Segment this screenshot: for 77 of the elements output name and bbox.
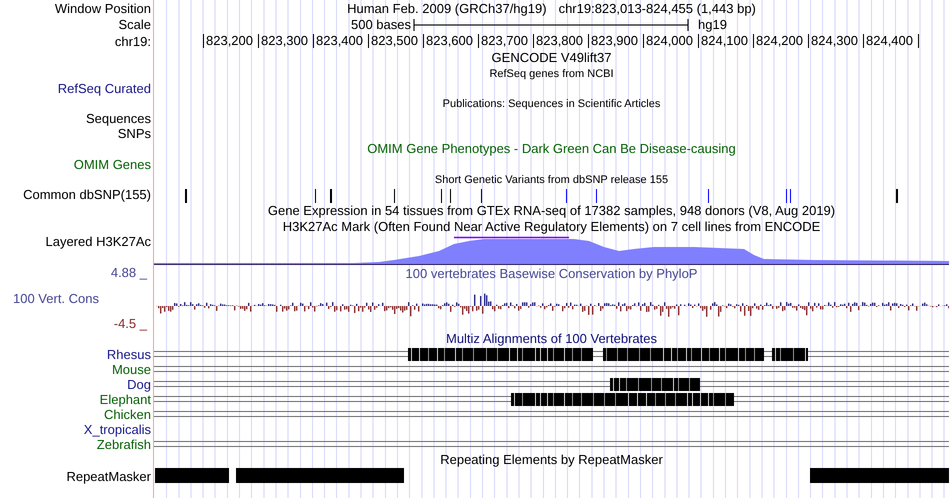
snp-mark[interactable] xyxy=(596,189,597,203)
track-label[interactable]: SNPs xyxy=(118,126,151,140)
ruler-label: 823,800 xyxy=(536,34,583,48)
snp-mark[interactable] xyxy=(441,189,442,203)
ruler-tick xyxy=(533,34,534,48)
ruler-label: 823,700 xyxy=(481,34,528,48)
snp-mark[interactable] xyxy=(790,189,791,203)
snp-mark[interactable] xyxy=(450,189,451,203)
track-label[interactable]: RefSeq Curated xyxy=(58,82,151,96)
snp-mark[interactable] xyxy=(896,189,898,203)
repeat-block[interactable] xyxy=(155,468,229,483)
species-label[interactable]: X_tropicalis xyxy=(84,422,151,436)
repeat-block[interactable] xyxy=(236,468,404,483)
species-label[interactable]: Elephant xyxy=(100,392,151,406)
ruler-label: 823,200 xyxy=(206,34,253,48)
snp-mark[interactable] xyxy=(786,189,787,203)
ruler-tick xyxy=(258,34,259,48)
ruler-label: 824,300 xyxy=(811,34,858,48)
track-title: OMIM Gene Phenotypes - Dark Green Can Be Disease-causing xyxy=(367,142,736,156)
track-title: Multiz Alignments of 100 Vertebrates xyxy=(446,332,657,346)
scale-assembly: hg19 xyxy=(698,18,727,32)
ruler-tick xyxy=(313,34,314,48)
track-label: Scale xyxy=(118,18,151,32)
track-title: Repeating Elements by RepeatMasker xyxy=(440,453,663,467)
ruler-label: 824,200 xyxy=(756,34,803,48)
track-title: GENCODE V49lift37 xyxy=(492,51,612,65)
track-label[interactable]: RepeatMasker xyxy=(66,470,151,484)
species-label[interactable]: Chicken xyxy=(104,408,151,422)
track-label[interactable]: Layered H3K27Ac xyxy=(45,235,151,249)
ruler-tick xyxy=(808,34,809,48)
track-label[interactable]: 100 Vert. Cons xyxy=(13,292,99,306)
track-label: chr19: xyxy=(114,34,151,48)
axis-min-label: -4.5 _ xyxy=(114,317,147,331)
track-label[interactable]: Common dbSNP(155) xyxy=(23,188,151,202)
track-label: Window Position xyxy=(54,2,151,16)
snp-mark[interactable] xyxy=(330,189,332,203)
snp-mark[interactable] xyxy=(566,189,567,203)
axis-max-label: 4.88 _ xyxy=(110,266,147,280)
ruler-tick xyxy=(368,34,369,48)
ruler-tick xyxy=(698,34,699,48)
ruler-label: 823,600 xyxy=(426,34,473,48)
ruler-label: 824,000 xyxy=(646,34,693,48)
track-title: H3K27Ac Mark (Often Found Near Active Regulatory Elements) on 7 cell lines from ENCODE xyxy=(282,220,820,234)
snp-mark[interactable] xyxy=(394,189,395,203)
snp-mark[interactable] xyxy=(481,189,482,203)
track-caption: Publications: Sequences in Scientific Articles xyxy=(442,96,660,110)
position-range: chr19:823,013-824,455 (1,443 bp) xyxy=(558,2,756,16)
assembly-title: Human Feb. 2009 (GRCh37/hg19) xyxy=(347,2,547,16)
ruler-label: 824,400 xyxy=(866,34,913,48)
ruler-tick xyxy=(918,34,919,48)
ruler-tick xyxy=(588,34,589,48)
ruler-tick xyxy=(478,34,479,48)
scale-length: 500 bases xyxy=(351,18,411,32)
ruler-tick xyxy=(863,34,864,48)
track-caption: Short Genetic Variants from dbSNP release 155 xyxy=(434,172,668,186)
ruler-label: 823,900 xyxy=(591,34,638,48)
track-caption: RefSeq genes from NCBI xyxy=(489,66,614,80)
track-title: Gene Expression in 54 tissues from GTEx RNA-seq of 17382 samples, 948 donors (V8, Aug 2019) xyxy=(268,204,836,218)
track-title: 100 vertebrates Basewise Conservation by PhyloP xyxy=(406,267,698,281)
repeat-block[interactable] xyxy=(810,468,949,483)
species-label[interactable]: Zebrafish xyxy=(96,438,151,452)
ruler-label: 823,500 xyxy=(371,34,418,48)
ruler-tick xyxy=(203,34,204,48)
ruler-tick xyxy=(423,34,424,48)
snp-mark[interactable] xyxy=(708,189,709,203)
snp-mark[interactable] xyxy=(185,189,187,203)
species-label[interactable]: Mouse xyxy=(112,362,151,376)
track-label[interactable]: OMIM Genes xyxy=(74,158,151,172)
species-label[interactable]: Dog xyxy=(127,378,151,392)
ruler-tick xyxy=(753,34,754,48)
species-label[interactable]: Rhesus xyxy=(106,348,151,362)
ruler-label: 823,300 xyxy=(261,34,308,48)
track-label[interactable]: Sequences xyxy=(86,112,151,126)
snp-mark[interactable] xyxy=(315,189,316,203)
ruler-tick xyxy=(643,34,644,48)
ruler-label: 823,400 xyxy=(316,34,363,48)
ruler-label: 824,100 xyxy=(701,34,748,48)
